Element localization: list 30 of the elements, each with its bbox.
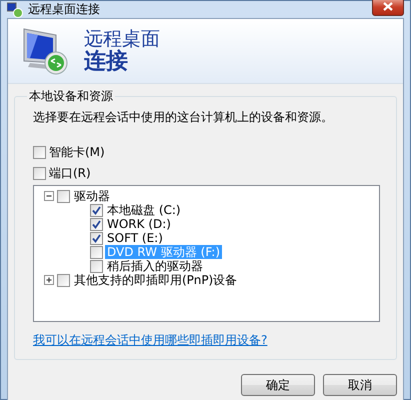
header-title: 远程桌面 bbox=[84, 28, 160, 50]
cancel-button[interactable]: 取消 bbox=[323, 374, 397, 396]
checkbox[interactable] bbox=[33, 167, 46, 180]
checkbox-label[interactable]: 智能卡(M) bbox=[49, 144, 105, 161]
tree-item[interactable]: SOFT (E:) bbox=[105, 231, 165, 245]
header-subtitle: 连接 bbox=[84, 50, 129, 74]
tree-item[interactable]: 驱动器 bbox=[72, 189, 112, 203]
checkbox[interactable] bbox=[90, 218, 103, 230]
tree-item[interactable]: 稍后插入的驱动器 bbox=[105, 259, 205, 273]
close-icon bbox=[383, 2, 393, 11]
description-text: 选择要在远程会话中使用的这台计算机上的设备和资源。 bbox=[33, 109, 334, 126]
checkbox-label[interactable]: 端口(R) bbox=[49, 165, 91, 182]
checkbox[interactable] bbox=[90, 246, 103, 258]
tree-item[interactable]: 本地磁盘 (C:) bbox=[105, 203, 183, 217]
window-title: 远程桌面连接 bbox=[28, 1, 101, 18]
checkbox[interactable] bbox=[33, 146, 46, 159]
close-button[interactable] bbox=[372, 0, 404, 16]
checkbox[interactable] bbox=[57, 190, 70, 202]
checkbox[interactable] bbox=[57, 274, 70, 286]
group-title: 本地设备和资源 bbox=[28, 88, 114, 105]
expand-icon[interactable] bbox=[44, 274, 55, 286]
checkbox[interactable] bbox=[90, 204, 103, 216]
checkbox[interactable] bbox=[90, 232, 103, 244]
checkbox[interactable] bbox=[90, 260, 103, 272]
collapse-icon[interactable] bbox=[44, 190, 55, 202]
tree-item[interactable]: WORK (D:) bbox=[105, 217, 173, 231]
ok-button[interactable]: 确定 bbox=[241, 374, 315, 396]
monitor-icon bbox=[7, 2, 23, 18]
tree-item[interactable]: 其他支持的即插即用(PnP)设备 bbox=[72, 273, 240, 287]
help-link[interactable]: 我可以在远程会话中使用哪些即插即用设备? bbox=[33, 332, 380, 349]
